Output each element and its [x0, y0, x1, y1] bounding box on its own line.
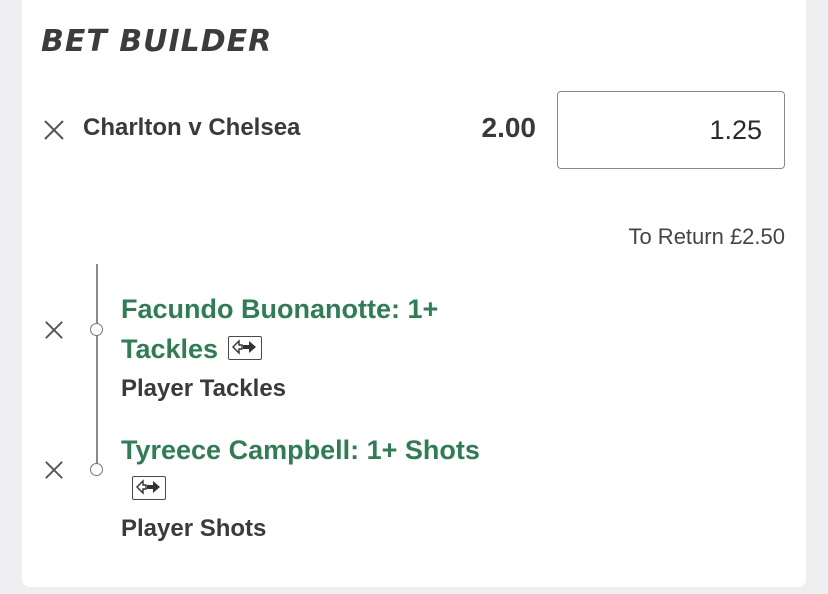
selection-market: Player Tackles [121, 375, 287, 402]
to-return-text: To Return £2.50 [628, 224, 785, 249]
selection-name[interactable]: Tyreece Campbell: 1+ Shots [121, 430, 480, 470]
selection-name-line1: Facundo Buonanotte: 1+ [121, 294, 439, 324]
selection-market: Player Shots [121, 515, 267, 542]
remove-selection-icon[interactable] [44, 320, 64, 340]
selection-name[interactable]: Facundo Buonanotte: 1+ Tackles [121, 289, 438, 369]
swap-icon[interactable] [228, 335, 263, 360]
stake-input[interactable] [557, 91, 785, 169]
page-title: BET BUILDER [41, 24, 273, 59]
selection-timeline [96, 264, 98, 470]
close-icon[interactable] [43, 119, 65, 141]
selection-name-line2: Tackles [121, 334, 219, 364]
swap-icon[interactable] [132, 476, 166, 500]
remove-selection-icon[interactable] [44, 460, 64, 480]
bet-odds: 2.00 [481, 112, 537, 143]
match-name: Charlton v Chelsea [83, 114, 301, 141]
timeline-node [90, 323, 103, 336]
timeline-node [90, 463, 103, 476]
